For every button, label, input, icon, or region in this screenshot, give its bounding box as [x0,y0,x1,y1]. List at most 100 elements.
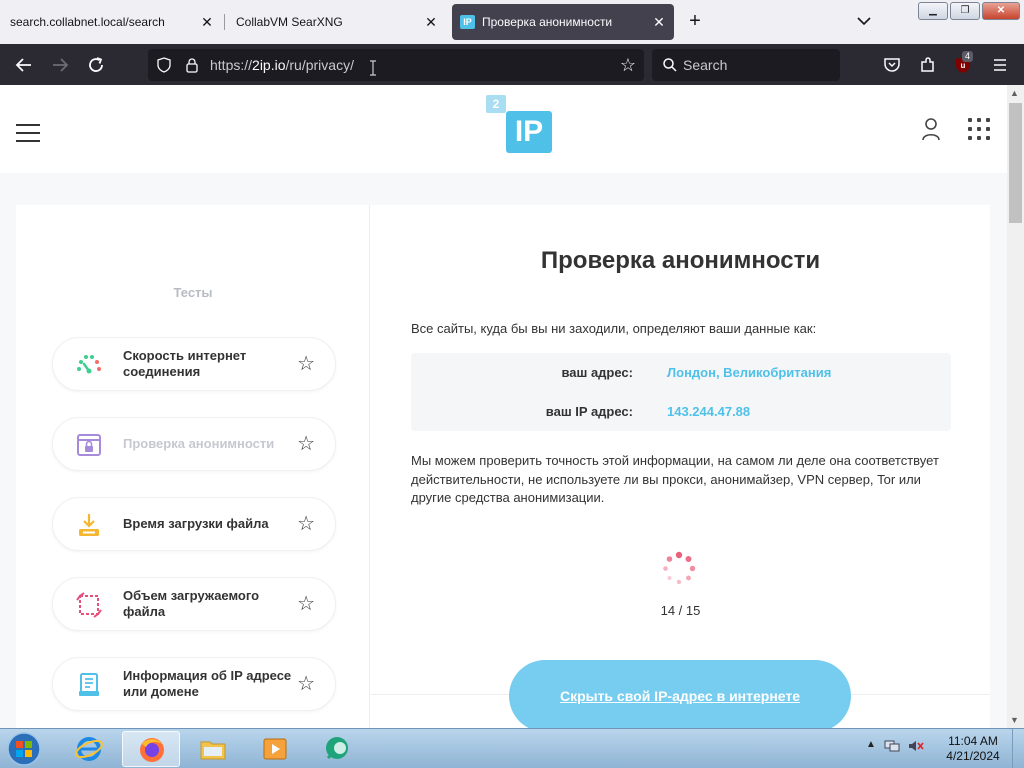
ublock-blocked-count-badge: 4 [962,51,974,62]
taskbar-media-player[interactable] [246,731,304,767]
bookmark-star-icon[interactable]: ☆ [620,55,636,76]
test-item-file-size[interactable]: Объем загружаемого файла ☆ [52,577,336,631]
search-icon [662,57,678,78]
back-button[interactable] [12,53,36,77]
restore-button[interactable]: ❐ [950,2,980,20]
scrollbar-thumb[interactable] [1009,103,1022,223]
2ip-logo[interactable]: 2 IP [486,95,552,155]
taskbar-file-explorer[interactable] [184,731,242,767]
address-bar[interactable]: https://2ip.io/ru/privacy/ ☆ [148,49,644,81]
arrow-right-icon [53,58,69,72]
web-page-viewport: 2 IP Тесты Скорость интернет соединения … [0,85,1007,728]
show-hidden-icons-icon[interactable]: ▲ [866,739,876,756]
test-item-speed[interactable]: Скорость интернет соединения ☆ [52,337,336,391]
close-tab-icon[interactable]: ✕ [422,13,440,31]
chat-bubble-icon [326,737,348,760]
url-text[interactable]: https://2ip.io/ru/privacy/ [210,57,354,73]
search-bar[interactable]: Search [652,49,840,81]
favorite-star-icon[interactable]: ☆ [297,352,315,376]
content-card: Тесты Скорость интернет соединения ☆ Про… [16,205,990,728]
clock-date: 4/21/2024 [946,749,1000,763]
tab-searxng-search[interactable]: search.collabnet.local/search ✕ [0,4,222,40]
tab-privacy-check[interactable]: IP Проверка анонимности ✕ [452,4,674,40]
site-favicon-icon: IP [460,15,475,29]
info-value: 143.244.47.88 [667,404,751,419]
system-tray: ▲ [866,739,924,756]
test-item-label: Скорость интернет соединения [123,348,247,379]
lock-icon[interactable] [184,57,200,78]
user-account-icon[interactable] [920,117,942,146]
url-host: 2ip.io [252,57,286,73]
list-all-tabs-icon[interactable] [855,12,873,30]
text-cursor-icon [370,60,376,76]
taskbar-internet-explorer[interactable] [60,731,118,767]
apps-grid-icon[interactable] [968,118,990,140]
close-tab-icon[interactable]: ✕ [198,13,216,31]
sidebar-title: Тесты [173,285,213,300]
favorite-star-icon[interactable]: ☆ [297,592,315,616]
tab-title: search.collabnet.local/search [10,15,165,29]
search-placeholder: Search [683,57,728,73]
pocket-icon[interactable] [882,55,902,75]
info-row-location: ваш адрес: Лондон, Великобритания [411,365,951,385]
scroll-up-arrow-icon[interactable]: ▲ [1010,88,1019,98]
test-item-label: Время загрузки файла [123,516,269,531]
network-icon[interactable] [884,739,900,756]
intro-text: Все сайты, куда бы вы ни заходили, опред… [411,321,817,336]
media-player-icon [263,738,287,760]
test-item-download-time[interactable]: Время загрузки файла ☆ [52,497,336,551]
favorite-star-icon[interactable]: ☆ [297,512,315,536]
windows-taskbar: ▲ 11:04 AM 4/21/2024 [0,728,1024,768]
site-menu-icon[interactable] [16,124,40,142]
folder-icon [200,741,226,760]
scroll-down-arrow-icon[interactable]: ▼ [1010,715,1019,725]
progress-counter: 14 / 15 [660,603,701,618]
resize-icon [75,591,103,619]
page-title: Проверка анонимности [540,247,821,274]
explanation-paragraph: Мы можем проверить точность этой информа… [411,453,939,505]
close-window-button[interactable]: ✕ [982,2,1020,20]
minimize-button[interactable]: ▁ [918,2,948,20]
url-path: /ru/privacy/ [285,57,354,73]
start-button[interactable] [2,730,46,768]
test-item-anonymity[interactable]: Проверка анонимности ☆ [52,417,336,471]
show-desktop-button[interactable] [1012,729,1024,768]
logo-small-badge: 2 [486,95,506,113]
tab-title: Проверка анонимности [482,15,613,29]
test-item-label: Проверка анонимности [123,436,275,451]
page-scrollbar[interactable]: ▲ ▼ [1007,85,1024,728]
logo-ip-badge: IP [506,111,552,153]
close-tab-icon[interactable]: ✕ [650,13,668,31]
document-icon [75,671,103,699]
system-clock[interactable]: 11:04 AM 4/21/2024 [938,734,1008,764]
tracking-protection-shield-icon[interactable] [156,57,172,78]
taskbar-chat-app[interactable] [308,731,366,767]
app-menu-hamburger-icon[interactable] [990,55,1010,75]
test-item-label: Объем загружаемого файла [123,588,260,619]
new-tab-button[interactable]: + [684,10,706,32]
window-controls: ▁ ❐ ✕ [918,2,1020,20]
taskbar-firefox[interactable] [122,731,180,767]
forward-button[interactable] [48,53,72,77]
detected-info-box: ваш адрес: Лондон, Великобритания ваш IP… [411,353,951,431]
firefox-icon [140,738,164,762]
info-value: Лондон, Великобритания [667,365,832,380]
lock-window-icon [75,431,103,459]
svg-text:u: u [961,61,966,70]
reload-button[interactable] [84,53,108,77]
reload-icon [89,57,103,72]
tab-collabvm-searxng[interactable]: CollabVM SearXNG ✕ [226,4,446,40]
url-scheme: https:// [210,57,253,73]
hide-ip-button[interactable]: Скрыть свой IP-адрес в интернете [509,660,851,728]
extensions-puzzle-icon[interactable] [918,55,938,75]
volume-muted-icon[interactable] [908,739,924,756]
download-icon [75,511,103,539]
test-item-ip-info[interactable]: Информация об IP адресе или домене ☆ [52,657,336,711]
tab-separator [224,14,225,30]
arrow-left-icon [15,58,31,72]
info-key: ваш адрес: [561,365,633,380]
favorite-star-icon[interactable]: ☆ [297,432,315,456]
loading-spinner-icon [661,551,697,587]
favorite-star-icon[interactable]: ☆ [297,672,315,696]
tests-sidebar: Тесты Скорость интернет соединения ☆ Про… [16,205,370,728]
